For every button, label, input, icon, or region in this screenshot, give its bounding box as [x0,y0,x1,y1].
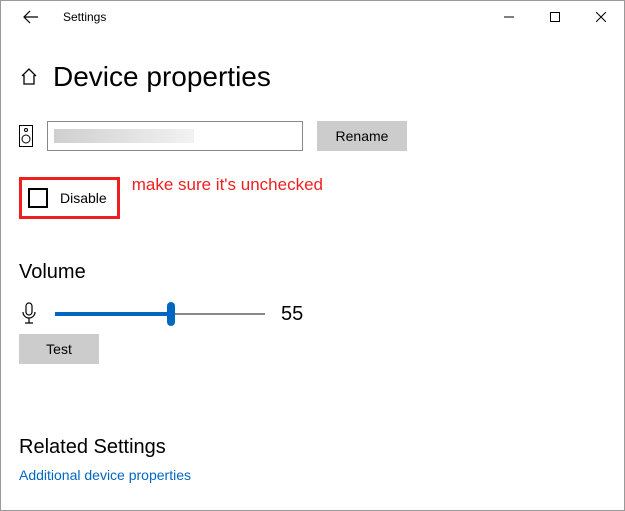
test-button[interactable]: Test [19,334,99,364]
back-button[interactable] [13,1,49,33]
disable-row: Disable [19,177,120,219]
additional-device-properties-link[interactable]: Additional device properties [19,467,191,483]
disable-label: Disable [60,190,107,206]
window-controls [486,1,624,33]
page-title: Device properties [53,61,271,93]
rename-button[interactable]: Rename [317,121,407,151]
device-name-placeholder [54,129,194,143]
volume-row: 55 [19,302,606,326]
close-button[interactable] [578,1,624,33]
titlebar: Settings [1,1,624,33]
close-icon [596,12,606,22]
related-settings-heading: Related Settings [19,436,606,459]
page-header: Device properties [19,61,606,93]
slider-fill [55,312,171,316]
content-area: Device properties Rename Disable make su… [1,33,624,485]
arrow-left-icon [23,9,39,25]
window-title: Settings [63,10,106,24]
volume-slider[interactable] [55,304,265,324]
minimize-button[interactable] [486,1,532,33]
maximize-icon [550,12,560,22]
device-name-row: Rename [19,121,606,151]
device-name-input[interactable] [47,121,303,151]
volume-heading: Volume [19,261,606,284]
slider-thumb[interactable] [167,302,175,326]
annotation-text: make sure it's unchecked [132,175,323,195]
microphone-icon [19,302,39,326]
disable-checkbox[interactable] [28,188,48,208]
home-icon[interactable] [19,67,39,87]
maximize-button[interactable] [532,1,578,33]
volume-value: 55 [281,303,303,326]
speaker-icon [19,125,33,147]
minimize-icon [504,12,514,22]
